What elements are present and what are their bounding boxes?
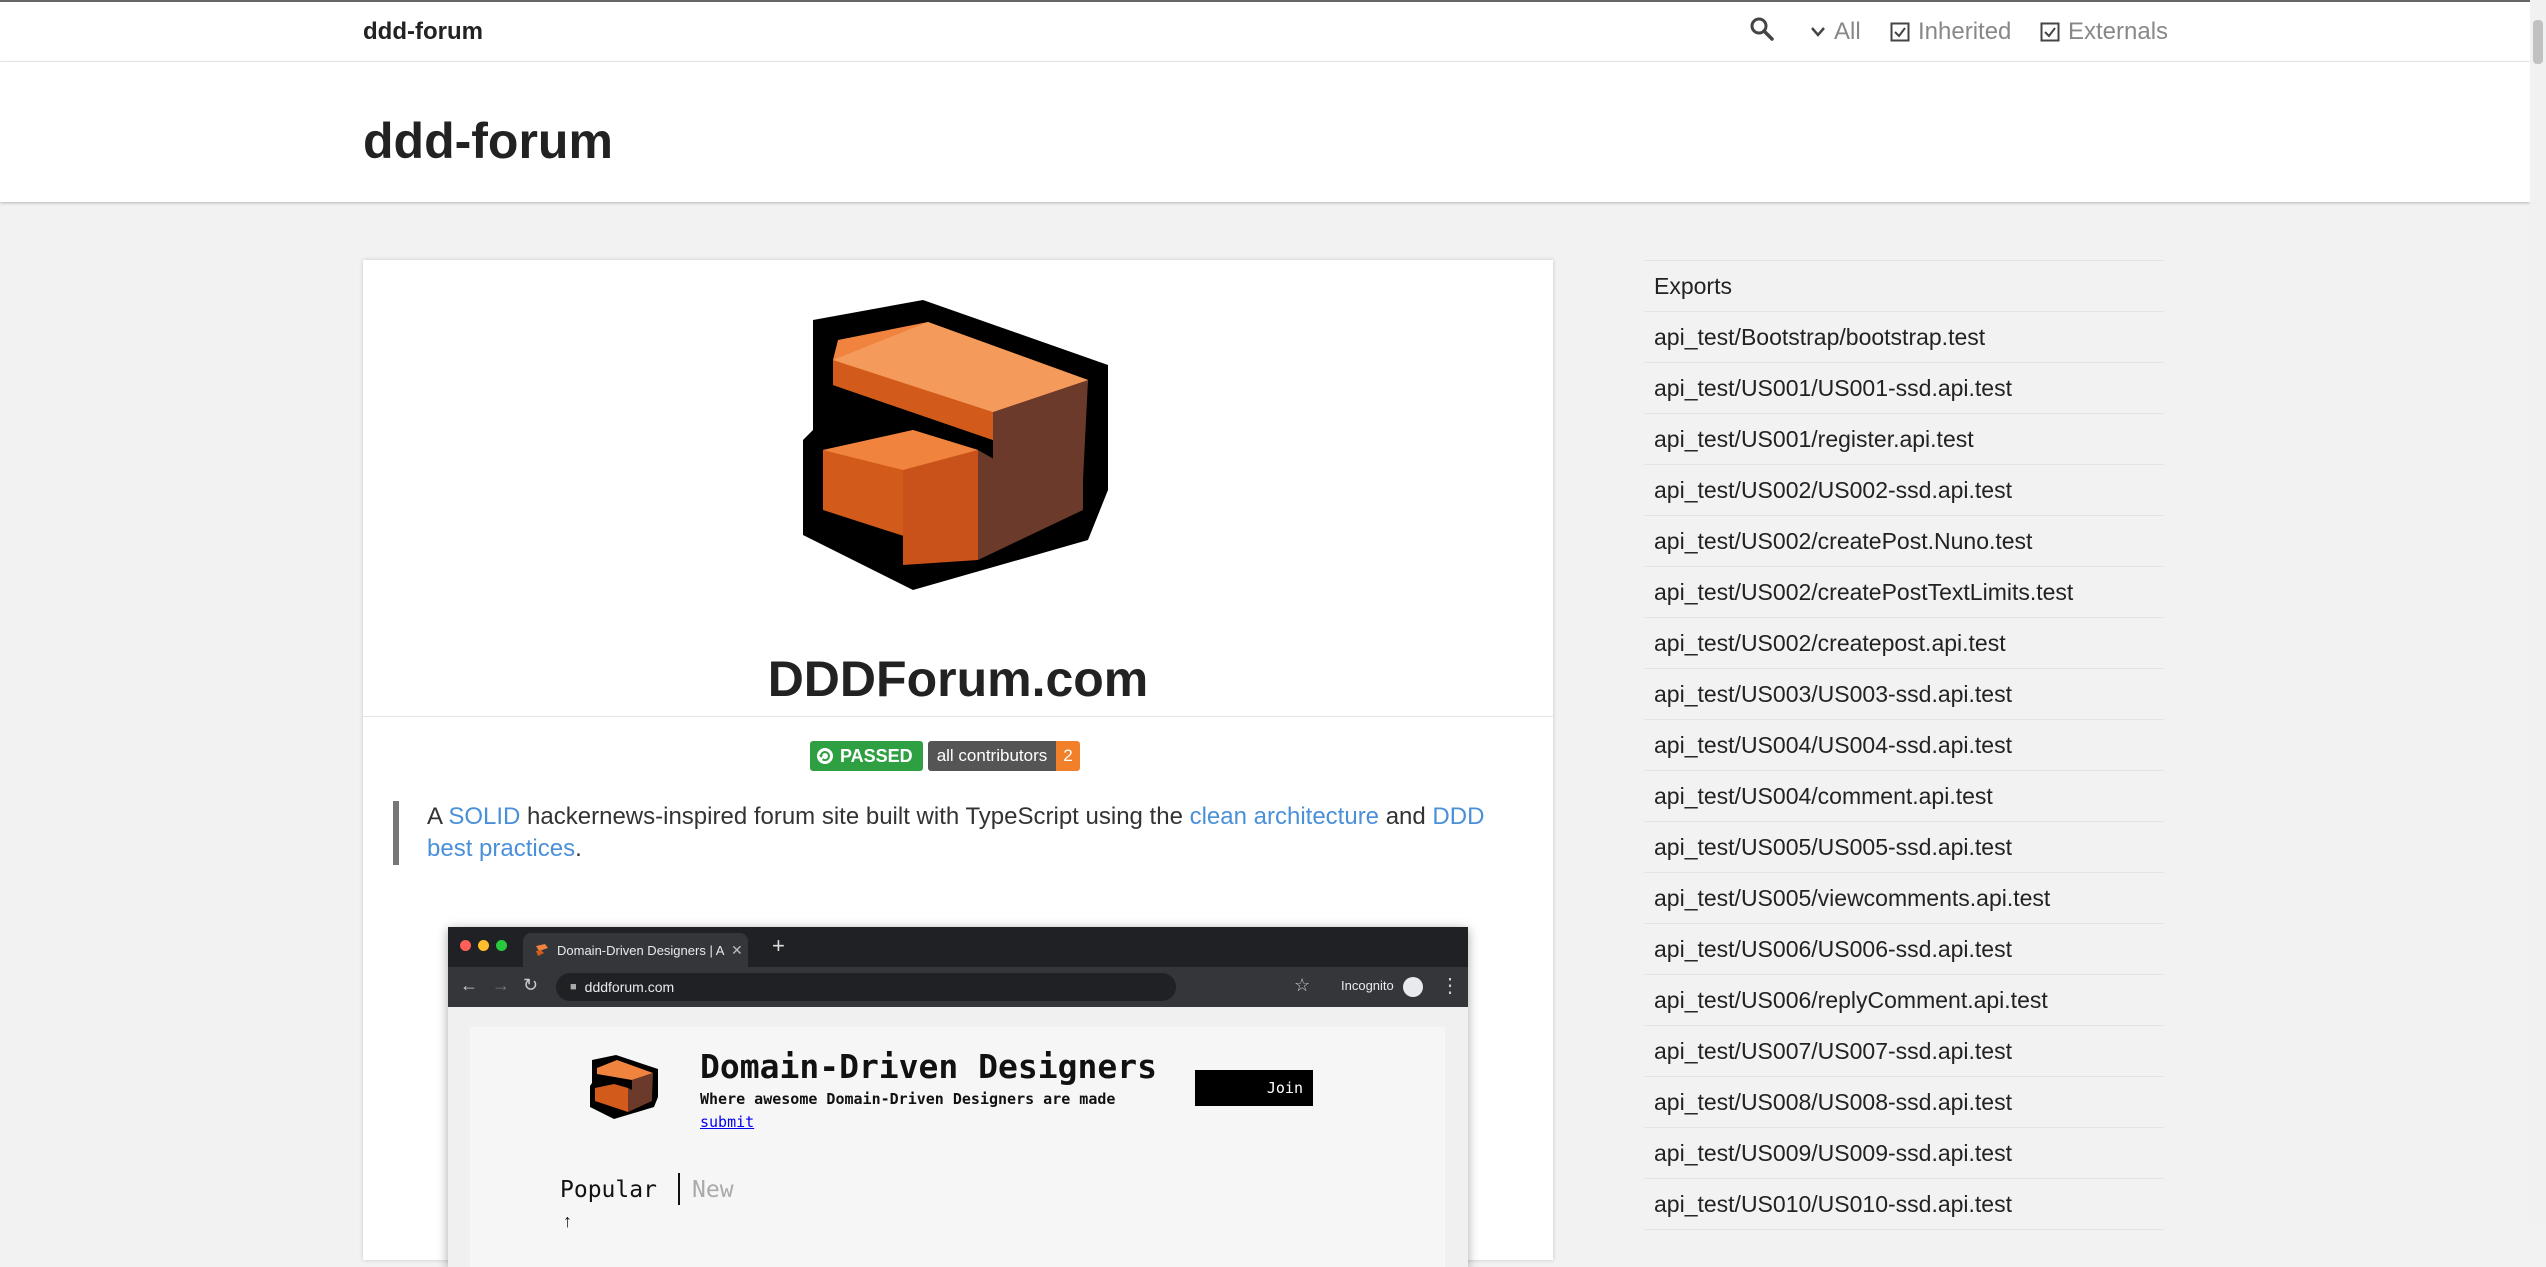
filter-externals-checkbox[interactable]: Externals <box>2040 18 2168 46</box>
star-icon: ☆ <box>1294 975 1311 995</box>
filter-inherited-checkbox[interactable]: Inherited <box>1890 18 2011 46</box>
exports-list-item[interactable]: api_test/US001/register.api.test <box>1644 414 2164 465</box>
tab-close-icon: ✕ <box>731 941 743 958</box>
site-screenshot: Domain-Driven Designers | A ✕ + ← → ↻ ■ … <box>448 927 1468 1267</box>
kebab-menu-icon: ⋮ <box>1440 975 1460 997</box>
exports-list-item[interactable]: api_test/US002/US002-ssd.api.test <box>1644 465 2164 516</box>
site-logo <box>590 1055 658 1119</box>
site-submit-link: submit <box>700 1113 755 1131</box>
exports-list-item[interactable]: api_test/US010/US010-ssd.api.test <box>1644 1179 2164 1230</box>
description-text: . <box>575 835 582 862</box>
ddd-forum-logo <box>803 300 1108 590</box>
exports-list-item[interactable]: api_test/US006/replyComment.api.test <box>1644 975 2164 1026</box>
clean-architecture-link[interactable]: clean architecture <box>1190 803 1379 830</box>
exports-list-item[interactable]: api_test/US004/US004-ssd.api.test <box>1644 720 2164 771</box>
filter-all-toggle[interactable]: All <box>1810 18 1861 46</box>
favicon-icon <box>536 944 548 956</box>
forward-arrow-icon: → <box>492 975 510 995</box>
incognito-icon <box>1403 977 1423 997</box>
refresh-icon <box>817 748 833 764</box>
page-header: ddd-forum <box>0 62 2530 202</box>
site-preview: Domain-Driven Designers Where awesome Do… <box>470 1027 1445 1267</box>
heading-divider <box>363 716 1553 717</box>
top-toolbar: ddd-forum All Inherited Externals <box>0 0 2546 62</box>
exports-list-item[interactable]: api_test/US008/US008-ssd.api.test <box>1644 1077 2164 1128</box>
badge-row: PASSED all contributors 2 <box>810 741 1080 771</box>
page-scrollbar[interactable] <box>2530 0 2546 1226</box>
checkbox-icon <box>1890 22 1910 42</box>
filter-inherited-label: Inherited <box>1918 18 2012 45</box>
exports-list-item[interactable]: api_test/US002/createPostTextLimits.test <box>1644 567 2164 618</box>
exports-list-item[interactable]: api_test/US005/US005-ssd.api.test <box>1644 822 2164 873</box>
exports-list-item[interactable]: api_test/US004/comment.api.test <box>1644 771 2164 822</box>
exports-heading: Exports <box>1644 260 2164 312</box>
build-status-label: PASSED <box>840 745 913 766</box>
chevron-down-icon <box>1811 27 1825 37</box>
exports-list: api_test/Bootstrap/bootstrap.test api_tes… <box>1644 312 2164 1230</box>
site-tab-divider <box>678 1173 680 1205</box>
site-tab-popular: Popular <box>560 1177 657 1203</box>
exports-sidebar: Exports api_test/Bootstrap/bootstrap.tes… <box>1644 260 2164 1230</box>
site-title: Domain-Driven Designers <box>700 1047 1157 1086</box>
contributors-count: 2 <box>1056 741 1080 771</box>
browser-tab-title: Domain-Driven Designers | A <box>557 942 725 958</box>
incognito-label: Incognito <box>1341 978 1394 993</box>
site-subtitle: Where awesome Domain-Driven Designers ar… <box>700 1090 1116 1108</box>
close-dot-icon <box>460 940 471 951</box>
exports-list-item[interactable]: api_test/US006/US006-ssd.api.test <box>1644 924 2164 975</box>
address-url: dddforum.com <box>584 979 675 995</box>
contributors-badge[interactable]: all contributors 2 <box>927 741 1080 771</box>
browser-navbar: ← → ↻ ■ dddforum.com ☆ Incognito ⋮ <box>448 967 1468 1007</box>
build-status-badge[interactable]: PASSED <box>810 741 923 771</box>
contributors-label: all contributors <box>927 741 1057 771</box>
description-text: A <box>427 803 449 830</box>
site-join-button: Join <box>1195 1070 1313 1106</box>
brand-link[interactable]: ddd-forum <box>363 18 483 46</box>
upvote-arrow-icon: ↑ <box>563 1211 572 1231</box>
search-icon[interactable] <box>1749 16 1775 42</box>
exports-list-item[interactable]: api_test/US003/US003-ssd.api.test <box>1644 669 2164 720</box>
exports-list-item[interactable]: api_test/US001/US001-ssd.api.test <box>1644 363 2164 414</box>
minimize-dot-icon <box>478 940 489 951</box>
description-blockquote: A SOLID hackernews-inspired forum site b… <box>393 801 1497 865</box>
exports-list-item[interactable]: api_test/US009/US009-ssd.api.test <box>1644 1128 2164 1179</box>
checkbox-icon <box>2040 22 2060 42</box>
new-tab-icon: + <box>772 933 785 958</box>
description-text: and <box>1379 803 1433 830</box>
readme-heading: DDDForum.com <box>767 651 1149 707</box>
page-title: ddd-forum <box>363 113 613 169</box>
description-text: hackernews-inspired forum site built wit… <box>520 803 1190 830</box>
readme-panel: DDDForum.com PASSED all contributors 2 A… <box>363 260 1553 1267</box>
filter-externals-label: Externals <box>2068 18 2169 45</box>
site-tab-new: New <box>692 1177 734 1203</box>
back-arrow-icon: ← <box>460 975 478 995</box>
filter-all-label: All <box>1834 18 1861 45</box>
lock-icon: ■ <box>570 981 577 993</box>
address-bar: ■ dddforum.com <box>556 973 1176 1001</box>
exports-list-item[interactable]: api_test/US005/viewcomments.api.test <box>1644 873 2164 924</box>
browser-tabbar: Domain-Driven Designers | A ✕ + <box>448 927 1468 967</box>
exports-list-item[interactable]: api_test/US002/createpost.api.test <box>1644 618 2164 669</box>
exports-list-item[interactable]: api_test/Bootstrap/bootstrap.test <box>1644 312 2164 363</box>
exports-list-item[interactable]: api_test/US007/US007-ssd.api.test <box>1644 1026 2164 1077</box>
scrollbar-thumb[interactable] <box>2533 20 2543 64</box>
solid-link[interactable]: SOLID <box>448 803 520 830</box>
exports-list-item[interactable]: api_test/US002/createPost.Nuno.test <box>1644 516 2164 567</box>
reload-icon: ↻ <box>523 975 539 995</box>
browser-tab: Domain-Driven Designers | A ✕ <box>523 933 748 967</box>
maximize-dot-icon <box>496 940 507 951</box>
